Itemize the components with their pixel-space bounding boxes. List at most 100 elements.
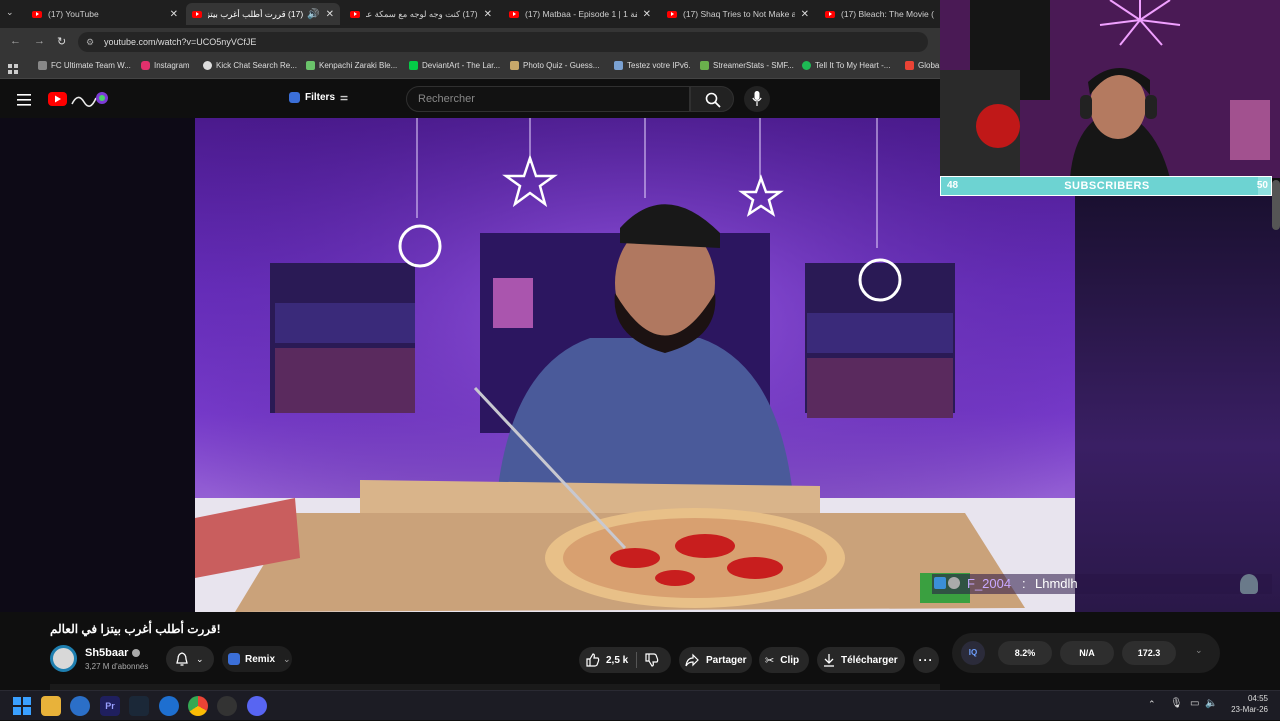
tab-youtube-home[interactable]: (17) YouTube ✕: [26, 3, 184, 25]
chevron-down-icon[interactable]: ⌄: [1195, 645, 1203, 656]
windows-start-icon[interactable]: [12, 696, 32, 716]
youtube-logo[interactable]: [48, 90, 110, 108]
bookmarks-bar: FC Ultimate Team W... Instagram Kick Cha…: [0, 55, 940, 79]
share-arrow-icon: [685, 653, 699, 667]
tab-shaq[interactable]: (17) Shaq Tries to Not Make a F ✕: [661, 3, 815, 25]
tray-mic-icon[interactable]: 🎙: [1170, 698, 1183, 709]
verified-icon: [132, 649, 141, 657]
tab-fish-video[interactable]: (17) كنت وجه لوجه مع سمكة عملاقة ✕: [344, 3, 498, 25]
url-text: youtube.com/watch?v=UCO5nyVCfJE: [104, 37, 257, 47]
bookmark-item[interactable]: StreamerStats - SMF...: [700, 61, 794, 70]
iq-extension-icon: [228, 653, 240, 665]
bookmark-item[interactable]: FC Ultimate Team W...: [38, 61, 131, 70]
site-info-icon[interactable]: ⚙: [86, 32, 94, 52]
search-input[interactable]: Rechercher: [406, 86, 690, 112]
tab-close-icon[interactable]: ✕: [484, 9, 492, 20]
tab-close-icon[interactable]: ✕: [643, 9, 651, 20]
tab-close-icon[interactable]: ✕: [801, 9, 809, 20]
stream-chat-message: F_2004 : Lhmdlh: [932, 574, 1272, 594]
iq-filters-button[interactable]: Filters ⚌: [289, 92, 348, 103]
tab-audio-icon[interactable]: 🔊: [307, 9, 319, 20]
clock-time[interactable]: 04:55: [1220, 694, 1268, 703]
download-icon: [824, 654, 834, 667]
tab-title: (17) قررت أطلب أغرب بيتزا في العالم: [208, 8, 304, 19]
channel-name-link[interactable]: Sh5baar: [85, 647, 141, 659]
subscriber-goal: 50: [1256, 180, 1268, 191]
browser-address-bar: ← → ↻ ⚙ youtube.com/watch?v=UCO5nyVCfJE: [0, 28, 940, 55]
iq-badge[interactable]: IQ: [961, 641, 985, 665]
youtube-favicon-icon: [32, 10, 42, 18]
bookmark-item[interactable]: Instagram: [141, 61, 190, 70]
steam-icon[interactable]: [129, 696, 149, 716]
edge-icon[interactable]: [159, 696, 179, 716]
bookmark-item[interactable]: Tell It To My Heart -...: [802, 61, 890, 70]
obs-icon[interactable]: [217, 696, 237, 716]
tab-title: (17) Bleach: The Movie (2025: [841, 9, 934, 19]
share-button[interactable]: Partager: [679, 647, 752, 673]
thumbs-down-icon[interactable]: [645, 653, 659, 667]
tab-close-icon[interactable]: ✕: [170, 9, 178, 20]
forward-arrow-icon[interactable]: →: [34, 35, 45, 47]
bell-icon: [176, 652, 188, 666]
tab-bleach[interactable]: (17) Bleach: The Movie (2025: [819, 3, 940, 25]
bookmark-item[interactable]: Kenpachi Zaraki Ble...: [306, 61, 397, 70]
voice-search-button[interactable]: [744, 86, 770, 112]
like-button[interactable]: 2,5 k: [586, 653, 628, 667]
page-scrollbar[interactable]: [1272, 180, 1280, 230]
youtube-favicon-icon: [192, 10, 202, 18]
tray-network-icon[interactable]: ▭: [1190, 698, 1199, 709]
chevron-down-icon: ⌄: [283, 653, 291, 664]
bookmark-favicon-icon: [306, 61, 315, 70]
deviantart-icon: [409, 61, 418, 70]
browser-tab-strip: ⌄ (17) YouTube ✕ (17) قررت أطلب أغرب بيت…: [0, 0, 940, 28]
clip-button[interactable]: ✂ Clip: [759, 647, 809, 673]
clock-date[interactable]: 23-Mar-26: [1220, 705, 1268, 714]
hamburger-menu-icon[interactable]: [17, 93, 31, 111]
chat-username: F_2004: [967, 576, 1012, 591]
discord-icon[interactable]: [247, 696, 267, 716]
more-dots-icon: ···: [918, 653, 934, 667]
download-button[interactable]: Télécharger: [817, 647, 905, 673]
url-field[interactable]: ⚙ youtube.com/watch?v=UCO5nyVCfJE: [78, 32, 928, 52]
more-actions-button[interactable]: ···: [913, 647, 939, 673]
tray-chevron-up-icon[interactable]: ⌃: [1148, 699, 1156, 710]
bookmark-item[interactable]: DeviantArt - The Lar...: [409, 61, 500, 70]
channel-avatar[interactable]: [50, 645, 77, 672]
bookmark-item[interactable]: Testez votre IPv6.: [614, 61, 691, 70]
tray-volume-icon[interactable]: 🔈: [1205, 698, 1217, 709]
webcam-feed: [940, 0, 1280, 178]
tab-close-icon[interactable]: ✕: [326, 9, 334, 20]
divider: [636, 652, 638, 668]
search-button[interactable]: [690, 86, 734, 112]
chrome-icon[interactable]: [188, 696, 208, 716]
file-explorer-icon[interactable]: [41, 696, 61, 716]
youtube-favicon-icon: [667, 10, 677, 18]
tab-title: (17) كنت وجه لوجه مع سمكة عملاقة: [366, 8, 478, 19]
bookmark-item[interactable]: Globa: [905, 61, 939, 70]
notification-bell-button[interactable]: ⌄: [166, 646, 214, 672]
chevron-down-icon: ⌄: [196, 653, 204, 664]
tab-search-chevron-icon[interactable]: ⌄: [6, 7, 14, 18]
chat-emote-icon: [948, 577, 960, 589]
outlook-icon[interactable]: [70, 696, 90, 716]
premiere-icon[interactable]: Pr: [100, 696, 120, 716]
back-arrow-icon[interactable]: ←: [10, 35, 21, 47]
tab-matbaa[interactable]: (17) Matbaa - Episode 1 | 1 الحلقة ✕: [503, 3, 657, 25]
youtube-header: Filters ⚌ Rechercher: [0, 80, 940, 118]
bookmark-favicon-icon: [38, 61, 47, 70]
reload-icon[interactable]: ↻: [57, 35, 66, 48]
bookmark-item[interactable]: Photo Quiz - Guess...: [510, 61, 599, 70]
remix-button[interactable]: Remix ⌄: [222, 646, 292, 672]
iq-stats-panel: IQ 8.2% N/A 172.3 ⌄: [952, 633, 1220, 673]
tab-title: (17) YouTube: [48, 9, 99, 19]
tab-current-video[interactable]: (17) قررت أطلب أغرب بيتزا في العالم 🔊 ✕: [186, 3, 340, 25]
iq-extension-icon: [289, 92, 300, 103]
apps-grid-icon[interactable]: [8, 61, 18, 74]
subscriber-label: SUBSCRIBERS: [1064, 180, 1150, 192]
subscriber-goal-bar: 48 SUBSCRIBERS 50: [940, 176, 1272, 196]
bookmark-item[interactable]: Kick Chat Search Re...: [203, 61, 297, 70]
video-info-area: !قررت أطلب أغرب بيتزا في العالم Sh5baar …: [0, 612, 940, 690]
bookmark-favicon-icon: [700, 61, 709, 70]
thumbs-up-icon: [586, 653, 600, 667]
video-title: !قررت أطلب أغرب بيتزا في العالم: [50, 622, 221, 636]
